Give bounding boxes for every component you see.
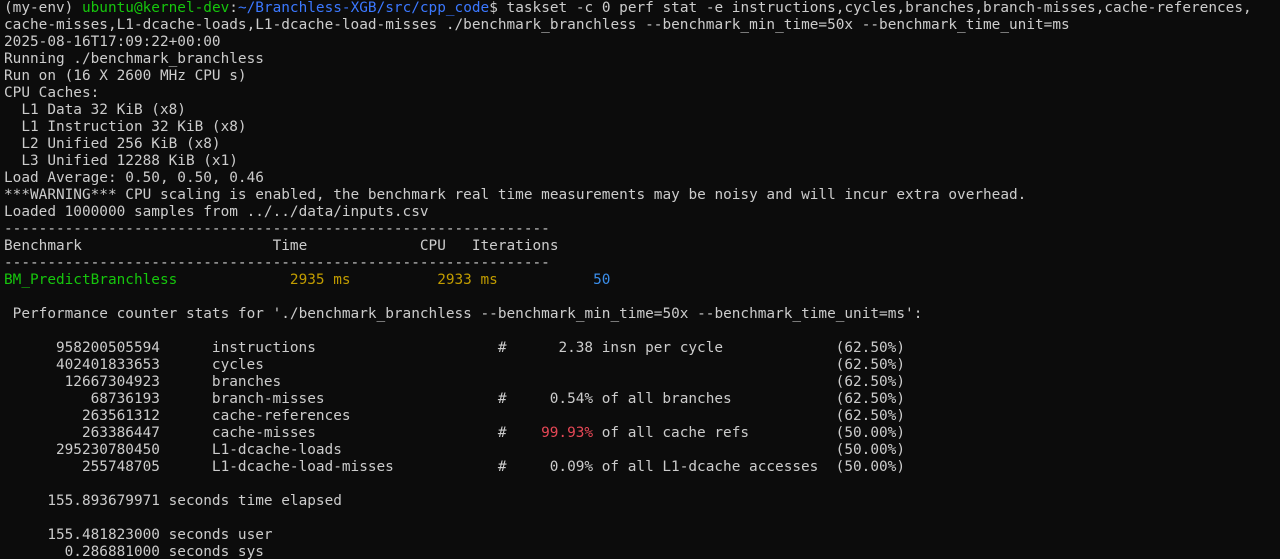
counter-scaling: (62.50%) bbox=[835, 340, 905, 356]
counter-event: L1-dcache-load-misses bbox=[211, 459, 394, 475]
perf-counter-row: 68736193 branch-misses #0.54% of all branch… bbox=[4, 391, 1280, 408]
running-line: Running ./benchmark_branchless bbox=[4, 51, 264, 67]
hash-mark: # bbox=[497, 425, 507, 441]
perf-counter-row: 263386447 cache-misses #99.93% of all cache… bbox=[4, 425, 1280, 442]
time-elapsed-line: 155.893679971 seconds time elapsed bbox=[4, 493, 342, 509]
perf-counter-row: 958200505594 instructions #2.38 insn per cy… bbox=[4, 340, 1280, 357]
counter-event: cache-misses bbox=[211, 425, 316, 441]
loaded-samples-line: Loaded 1000000 samples from ../../data/i… bbox=[4, 204, 429, 220]
perf-counter-list: 958200505594 instructions #2.38 insn per cy… bbox=[4, 340, 1280, 476]
prompt-path: ~/Branchless-XGB/src/cpp_code bbox=[237, 0, 490, 16]
perf-counter-row: 402401833653 cycles (62.50%) bbox=[4, 357, 1280, 374]
cache-l1-data: L1 Data 32 KiB (x8) bbox=[4, 102, 186, 118]
counter-event: branches bbox=[211, 374, 282, 390]
command-continuation: cache-misses,L1-dcache-loads,L1-dcache-l… bbox=[4, 17, 1070, 33]
perf-counter-row: 295230780450 L1-dcache-loads (50.00%) bbox=[4, 442, 1280, 459]
counter-description: insn per cycle bbox=[601, 340, 724, 356]
hash-mark: # bbox=[497, 391, 507, 407]
counter-event: cache-references bbox=[211, 408, 351, 424]
perf-counter-row: 255748705 L1-dcache-load-misses #0.09% of a… bbox=[4, 459, 1280, 476]
counter-event: instructions bbox=[211, 340, 316, 356]
prompt-user-host: ubuntu@kernel-dev bbox=[81, 0, 230, 16]
cache-l2: L2 Unified 256 KiB (x8) bbox=[4, 136, 221, 152]
table-header: Benchmark Time CPU Iterations bbox=[4, 238, 559, 254]
counter-scaling: (62.50%) bbox=[835, 357, 905, 373]
counter-percent: 0.09% bbox=[549, 459, 594, 475]
run-on-line: Run on (16 X 2600 MHz CPU s) bbox=[4, 68, 247, 84]
terminal-window[interactable]: (my-env) ubuntu@kernel-dev:~/Branchless-… bbox=[0, 0, 1280, 559]
counter-value: 255748705 bbox=[81, 459, 160, 475]
counter-value: 68736193 bbox=[90, 391, 160, 407]
counter-value: 263561312 bbox=[81, 408, 160, 424]
counter-value: 958200505594 bbox=[55, 340, 160, 356]
perf-counter-row: 12667304923 branches (62.50%) bbox=[4, 374, 1280, 391]
counter-value: 12667304923 bbox=[64, 374, 160, 390]
perf-counter-row: 263561312 cache-references (62.50%) bbox=[4, 408, 1280, 425]
load-average-line: Load Average: 0.50, 0.50, 0.46 bbox=[4, 170, 264, 186]
benchmark-iterations: 50 bbox=[593, 272, 611, 288]
counter-scaling: (62.50%) bbox=[835, 408, 905, 424]
benchmark-time: 2935 ms bbox=[289, 272, 351, 288]
counter-scaling: (62.50%) bbox=[835, 391, 905, 407]
benchmark-cpu: 2933 ms bbox=[437, 272, 498, 288]
cpu-caches-heading: CPU Caches: bbox=[4, 85, 100, 101]
table-separator-bottom: ----------------------------------------… bbox=[4, 255, 550, 271]
cache-l1-instruction: L1 Instruction 32 KiB (x8) bbox=[4, 119, 247, 135]
counter-event: cycles bbox=[211, 357, 264, 373]
prompt-env: (my-env) bbox=[4, 0, 82, 16]
counter-event: branch-misses bbox=[211, 391, 325, 407]
command-text: taskset -c 0 perf stat -e instructions,c… bbox=[506, 0, 1252, 16]
counter-value: 402401833653 bbox=[55, 357, 160, 373]
counter-scaling: (50.00%) bbox=[835, 442, 905, 458]
hash-mark: # bbox=[497, 340, 507, 356]
counter-value: 295230780450 bbox=[55, 442, 160, 458]
counter-description: of all branches bbox=[601, 391, 732, 407]
counter-scaling: (50.00%) bbox=[835, 425, 905, 441]
counter-description: of all L1-dcache accesses bbox=[601, 459, 819, 475]
prompt-path-separator: : bbox=[229, 0, 238, 16]
benchmark-row: BM_PredictBranchless 2935 ms 2933 ms 50 bbox=[4, 272, 1280, 289]
counter-scaling: (50.00%) bbox=[835, 459, 905, 475]
timestamp-line: 2025-08-16T17:09:22+00:00 bbox=[4, 34, 221, 50]
warning-line: ***WARNING*** CPU scaling is enabled, th… bbox=[4, 187, 1027, 203]
hash-mark: # bbox=[497, 459, 507, 475]
counter-percent: 2.38 bbox=[558, 340, 594, 356]
counter-percent: 0.54% bbox=[549, 391, 594, 407]
counter-event: L1-dcache-loads bbox=[211, 442, 342, 458]
perf-title: Performance counter stats for './benchma… bbox=[4, 306, 923, 322]
seconds-user-line: 155.481823000 seconds user bbox=[4, 527, 273, 543]
table-separator-top: ----------------------------------------… bbox=[4, 221, 550, 237]
counter-scaling: (62.50%) bbox=[835, 374, 905, 390]
prompt-line: (my-env) ubuntu@kernel-dev:~/Branchless-… bbox=[4, 0, 1280, 17]
prompt-dollar: $ bbox=[489, 0, 507, 16]
counter-description: of all cache refs bbox=[601, 425, 750, 441]
seconds-sys-line: 0.286881000 seconds sys bbox=[4, 544, 264, 559]
benchmark-name: BM_PredictBranchless bbox=[4, 272, 178, 288]
cache-l3: L3 Unified 12288 KiB (x1) bbox=[4, 153, 238, 169]
counter-value: 263386447 bbox=[81, 425, 160, 441]
counter-percent: 99.93% bbox=[541, 425, 594, 441]
